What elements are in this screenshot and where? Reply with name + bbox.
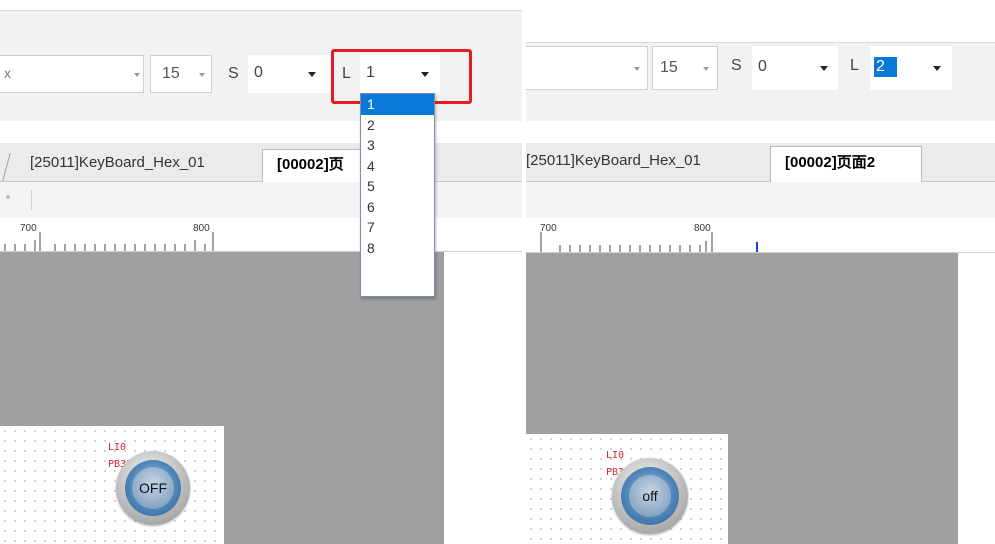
l-select[interactable]: 2: [870, 46, 952, 90]
s-label: S: [731, 57, 742, 74]
ruler-ticks: [4, 232, 214, 251]
tab-edge: [2, 153, 23, 181]
ruler-label-700: 700: [540, 223, 557, 234]
chevron-down-icon: [820, 66, 828, 71]
button-face: off: [629, 475, 671, 517]
chevron-down-icon: [308, 72, 316, 77]
tab-page-2[interactable]: [00002]页面2: [770, 146, 922, 182]
font-size-value: 15: [162, 65, 180, 82]
secondary-toolbar: [0, 182, 522, 218]
s-value: 0: [758, 58, 767, 75]
button-face: OFF: [132, 467, 174, 509]
button-ring: OFF: [125, 460, 181, 516]
grip-icon: [6, 195, 10, 199]
s-select[interactable]: 0: [752, 46, 838, 90]
s-value: 0: [254, 64, 263, 81]
button-state-text: OFF: [139, 480, 167, 496]
chevron-down-icon: [933, 66, 941, 71]
screen-page: LI0 PB30 OFF: [0, 426, 224, 544]
lamp-label: LI0: [108, 442, 127, 453]
font-name-text: x: [4, 65, 11, 81]
chevron-down-icon: [199, 73, 205, 77]
ruler-label-800: 800: [694, 223, 711, 234]
ruler-label-700: 700: [20, 223, 37, 234]
font-size-select[interactable]: 15: [150, 55, 212, 93]
horizontal-ruler: 700 800: [0, 218, 522, 252]
tab-strip: [25011]KeyBoard_Hex_01 [00002]页面2: [526, 143, 995, 182]
toggle-button-widget[interactable]: off: [612, 458, 688, 534]
chevron-down-icon: [134, 73, 140, 77]
ruler-label-800: 800: [193, 223, 210, 234]
button-state-text: off: [642, 488, 658, 504]
dropdown-option-6[interactable]: 6: [361, 197, 434, 218]
ruler-ticks: [540, 232, 758, 252]
dropdown-option-1[interactable]: 1: [361, 94, 434, 115]
tab-keyboard-hex[interactable]: [25011]KeyBoard_Hex_01: [30, 154, 205, 171]
font-size-value: 15: [660, 59, 678, 76]
button-ring: off: [621, 467, 679, 525]
font-size-select[interactable]: 15: [652, 46, 718, 90]
dropdown-option-7[interactable]: 7: [361, 217, 434, 238]
chevron-down-icon: [703, 67, 709, 71]
s-select[interactable]: 0: [248, 55, 330, 93]
dropdown-options: 12345678: [361, 94, 434, 258]
dropdown-option-3[interactable]: 3: [361, 135, 434, 156]
s-label: S: [228, 65, 239, 82]
secondary-toolbar: [526, 182, 995, 218]
screen-page: LI0 PB30 off: [526, 434, 728, 544]
toggle-button-widget[interactable]: OFF: [116, 451, 190, 525]
font-name-select[interactable]: x: [0, 55, 144, 93]
left-panel: x 15 S 0 L 1 [25011]KeyBoard_Hex_01 [000…: [0, 0, 522, 544]
title-band: [526, 0, 995, 43]
property-toolbar: 15 S 0 L 2: [526, 43, 995, 121]
tab-keyboard-hex[interactable]: [25011]KeyBoard_Hex_01: [526, 152, 701, 169]
chevron-down-icon: [634, 67, 640, 71]
l-value: 2: [874, 57, 897, 77]
title-band: [0, 0, 522, 11]
l-dropdown-list[interactable]: 12345678: [360, 93, 435, 297]
l-label: L: [850, 57, 859, 74]
dropdown-option-5[interactable]: 5: [361, 176, 434, 197]
design-canvas[interactable]: LI0 PB30 off: [526, 253, 958, 544]
separator: [31, 190, 32, 210]
dropdown-option-8[interactable]: 8: [361, 238, 434, 259]
horizontal-ruler: 700 800: [526, 218, 995, 253]
font-name-select[interactable]: [526, 46, 648, 90]
tab-strip: [25011]KeyBoard_Hex_01 [00002]页: [0, 143, 522, 182]
right-panel: 15 S 0 L 2 [25011]KeyBoard_Hex_01 [00002…: [526, 0, 995, 544]
dropdown-option-4[interactable]: 4: [361, 156, 434, 177]
dropdown-option-2[interactable]: 2: [361, 115, 434, 136]
lamp-label: LI0: [606, 450, 625, 461]
